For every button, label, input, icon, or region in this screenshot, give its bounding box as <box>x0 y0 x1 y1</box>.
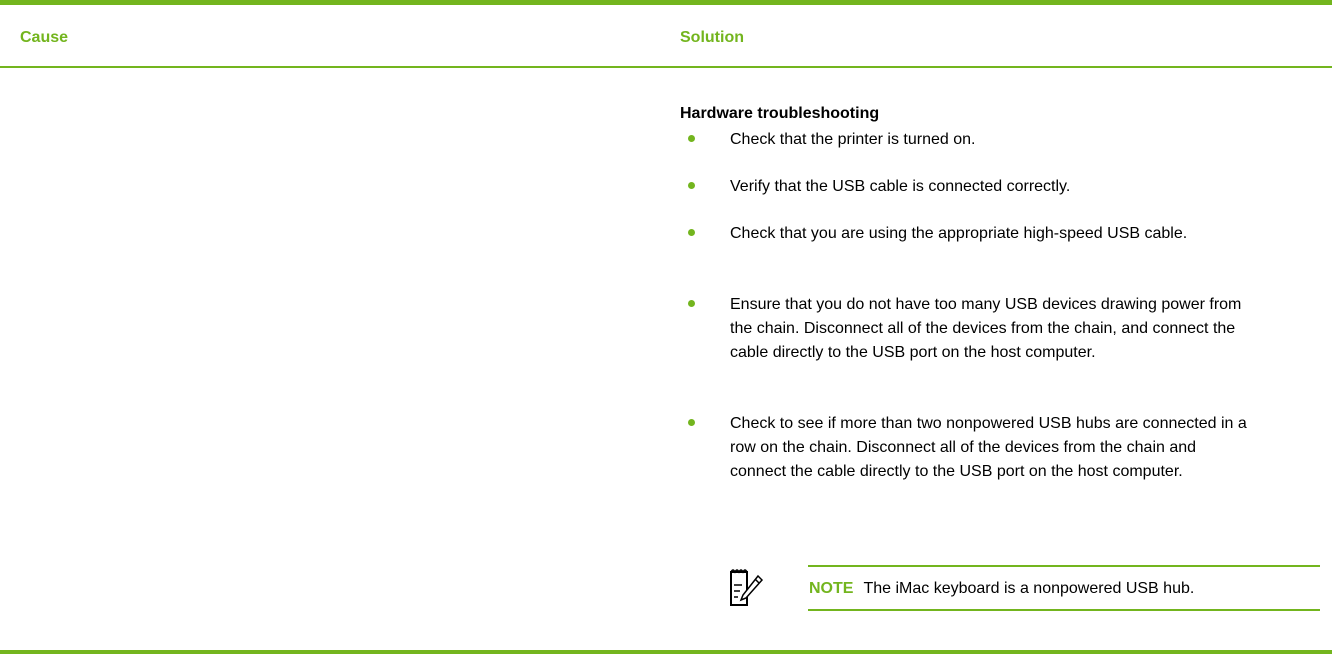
note-top-rule <box>808 565 1320 567</box>
table-top-rule <box>0 0 1332 5</box>
document-page: Cause Solution Hardware troubleshooting … <box>0 0 1332 654</box>
note-label: NOTE <box>809 580 854 597</box>
header-divider <box>0 66 1332 68</box>
list-item-text: Check that the printer is turned on. <box>730 131 976 148</box>
list-item-text: Ensure that you do not have too many USB… <box>730 296 1242 361</box>
bullet-icon <box>688 300 695 307</box>
table-bottom-rule <box>0 650 1332 654</box>
bullet-icon <box>688 182 695 189</box>
list-item-text: Check that you are using the appropriate… <box>730 225 1188 242</box>
bullet-icon <box>688 419 695 426</box>
note-text: The iMac keyboard is a nonpowered USB hu… <box>863 580 1195 597</box>
note-bottom-rule <box>808 609 1320 611</box>
bullet-icon <box>688 135 695 142</box>
column-header-cause: Cause <box>20 29 69 46</box>
list-item-text: Check to see if more than two nonpowered… <box>730 415 1247 480</box>
section-title: Hardware troubleshooting <box>680 105 880 122</box>
column-header-solution: Solution <box>680 29 744 46</box>
note-box: NOTE The iMac keyboard is a nonpowered US… <box>809 577 1309 601</box>
note-pencil-icon <box>728 566 764 608</box>
list-item-text: Verify that the USB cable is connected c… <box>730 178 1071 195</box>
bullet-icon <box>688 229 695 236</box>
